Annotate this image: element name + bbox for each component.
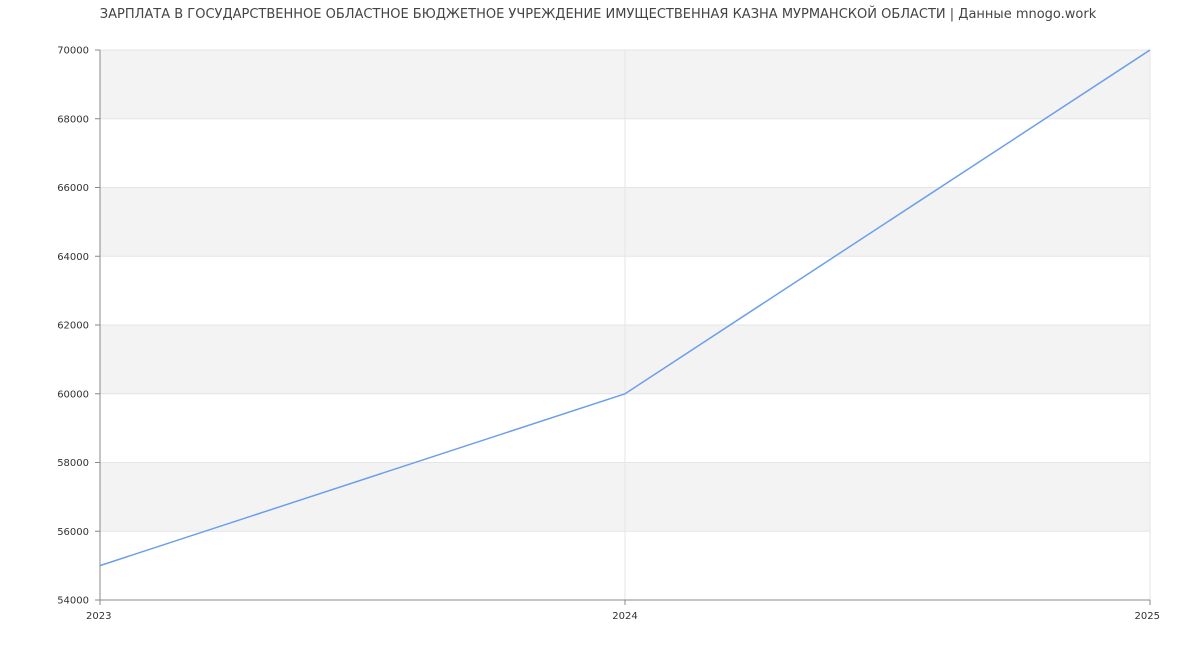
y-tick-label: 64000 [57, 252, 89, 263]
y-tick-label: 58000 [57, 458, 89, 469]
x-tick-label: 2025 [1135, 611, 1160, 622]
salary-line-chart: ЗАРПЛАТА В ГОСУДАРСТВЕННОЕ ОБЛАСТНОЕ БЮД… [57, 6, 1160, 622]
chart-title: ЗАРПЛАТА В ГОСУДАРСТВЕННОЕ ОБЛАСТНОЕ БЮД… [100, 6, 1097, 22]
x-tick-label: 2023 [86, 611, 111, 622]
y-tick-label: 54000 [57, 596, 89, 607]
y-tick-label: 70000 [57, 46, 89, 57]
y-tick-label: 60000 [57, 389, 89, 400]
y-tick-label: 56000 [57, 527, 89, 538]
y-axis-tick-labels: 54000 56000 58000 60000 62000 64000 66000 68000… [57, 46, 89, 607]
x-tick-label: 2024 [612, 611, 637, 622]
y-tick-label: 68000 [57, 114, 89, 125]
y-tick-label: 62000 [57, 321, 89, 332]
y-tick-label: 66000 [57, 183, 89, 194]
x-axis-tick-labels: 2023 2024 2025 [86, 611, 1160, 622]
